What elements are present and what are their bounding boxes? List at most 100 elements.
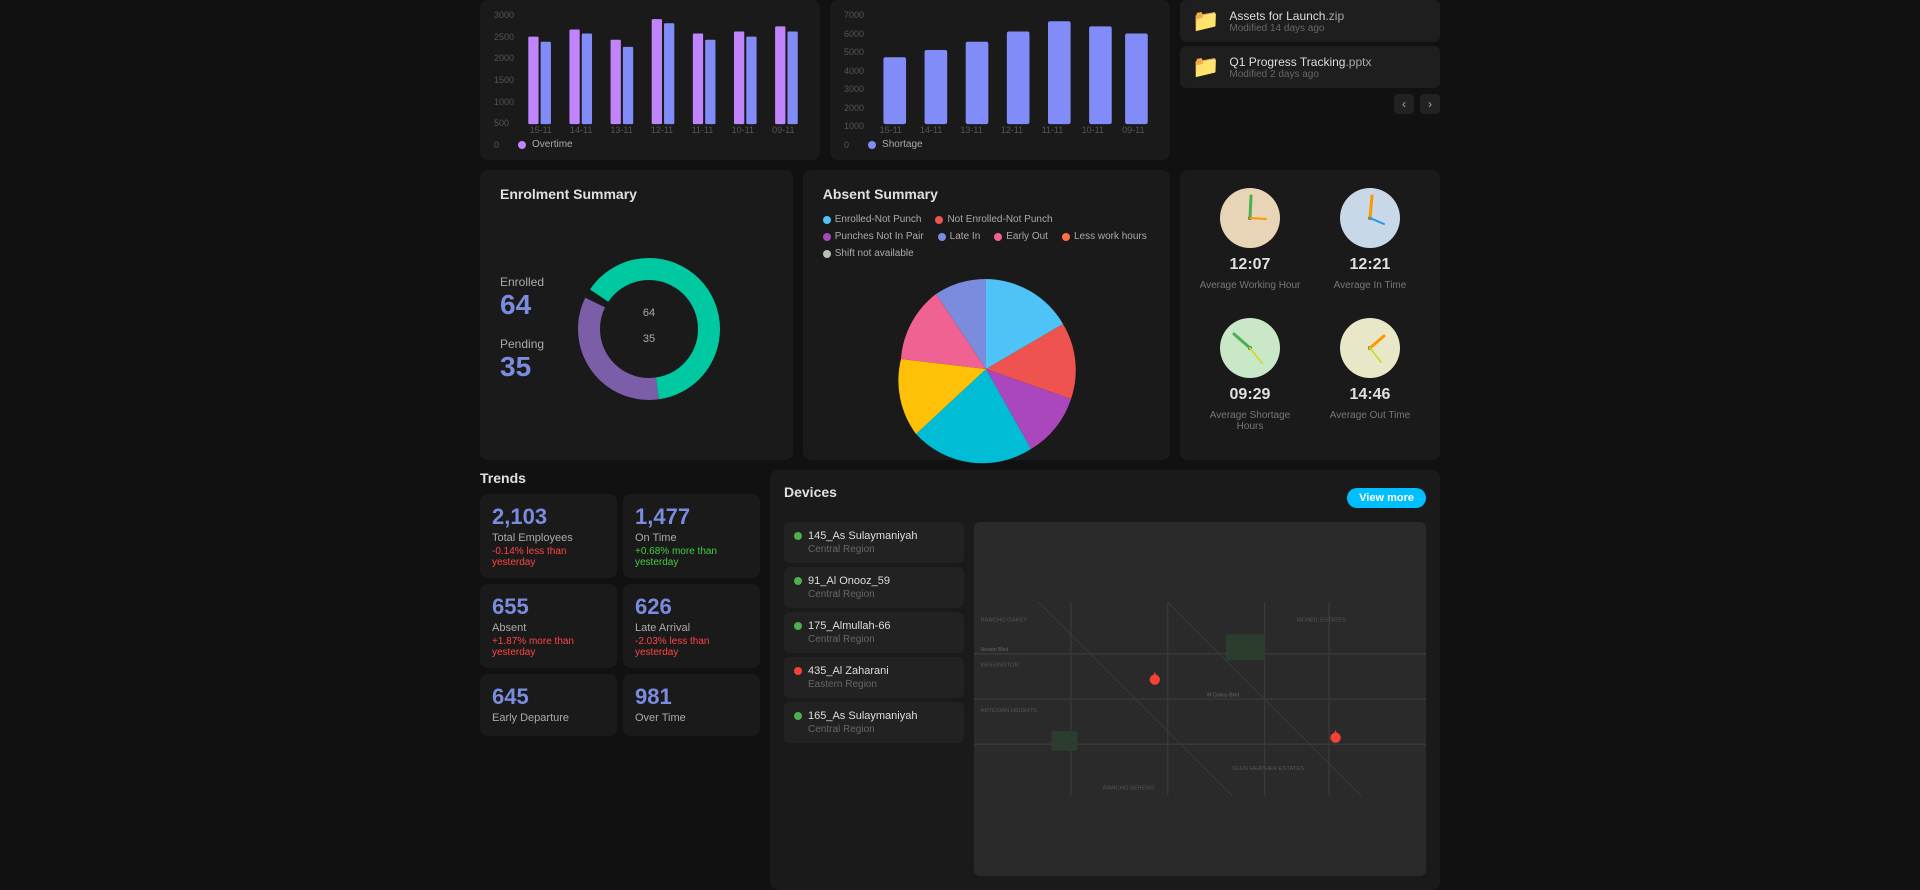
- device-item-3[interactable]: 435_Al Zaharani Eastern Region: [784, 657, 964, 698]
- trend-label-early: Early Departure: [492, 712, 605, 724]
- clock-face-avg-shortage: [1218, 316, 1282, 380]
- trend-over-time: 981 Over Time: [623, 674, 760, 736]
- pending-value: 35: [500, 351, 544, 383]
- trend-label-absent: Absent: [492, 622, 605, 634]
- absent-title: Absent Summary: [823, 186, 1150, 202]
- shortage-legend: Shortage: [868, 139, 1156, 150]
- device-dot-2: [794, 622, 802, 630]
- trend-value-late: 626: [635, 594, 748, 620]
- clock-desc-avg-shortage: Average Shortage Hours: [1196, 410, 1304, 432]
- enrolled-value: 64: [500, 289, 544, 321]
- trend-label-overtime: Over Time: [635, 712, 748, 724]
- absent-legend: Enrolled-Not Punch Not Enrolled-Not Punc…: [823, 214, 1150, 259]
- device-region-3: Eastern Region: [808, 679, 954, 690]
- absent-card: Absent Summary Enrolled-Not Punch Not En…: [803, 170, 1170, 460]
- device-name-0: 145_As Sulaymaniyah: [808, 530, 917, 542]
- shortage-chart-card: 70006000500040003000200010000: [830, 0, 1170, 160]
- file-item-zip[interactable]: 📁 Assets for Launch.zip Modified 14 days…: [1180, 0, 1440, 42]
- devices-section: Devices View more 145_As Sulaymaniyah Ce…: [770, 470, 1440, 890]
- shortage-bars: [868, 10, 1156, 125]
- device-dot-4: [794, 712, 802, 720]
- absent-pie-chart: [823, 269, 1150, 469]
- enrolment-title: Enrolment Summary: [500, 186, 773, 202]
- file-nav: ‹ ›: [1180, 94, 1440, 114]
- clock-time-avg-shortage: 09:29: [1230, 386, 1271, 404]
- clock-time-avg-working: 12:07: [1230, 256, 1271, 274]
- device-name-2: 175_Almullah-66: [808, 620, 891, 632]
- overtime-x-labels: 15-11 14-11 13-11 12-11 11-11 10-11 09-1…: [518, 125, 806, 135]
- overtime-chart-card: 300025002000150010005000: [480, 0, 820, 160]
- map-svg: RANCHO OAKEY KENSINGTON ARTESIAN HEIGHTS…: [974, 522, 1426, 876]
- file-next-button[interactable]: ›: [1420, 94, 1440, 114]
- trend-value-ontime: 1,477: [635, 504, 748, 530]
- enrolled-label: Enrolled: [500, 275, 544, 289]
- device-item-1[interactable]: 91_Al Onooz_59 Central Region: [784, 567, 964, 608]
- clock-section: 12:07 Average Working Hour 12:21 Average…: [1180, 170, 1440, 460]
- devices-header: Devices View more: [784, 484, 1426, 512]
- device-region-1: Central Region: [808, 589, 954, 600]
- clock-avg-in: 12:21 Average In Time: [1316, 186, 1424, 304]
- clock-time-avg-out: 14:46: [1350, 386, 1391, 404]
- files-section: 📁 Assets for Launch.zip Modified 14 days…: [1180, 0, 1440, 160]
- map-container: RANCHO OAKEY KENSINGTON ARTESIAN HEIGHTS…: [974, 522, 1426, 876]
- svg-text:KENSINGTON: KENSINGTON: [980, 663, 1018, 669]
- trend-total-employees: 2,103 Total Employees -0.14% less than y…: [480, 494, 617, 578]
- shortage-x-labels: 15-11 14-11 13-11 12-11 11-11 10-11 09-1…: [868, 125, 1156, 135]
- device-name-1: 91_Al Onooz_59: [808, 575, 890, 587]
- clock-avg-out: 14:46 Average Out Time: [1316, 316, 1424, 445]
- folder-zip-icon: 📁: [1192, 8, 1219, 34]
- file-zip-name: Assets for Launch.zip: [1229, 9, 1344, 23]
- folder-pptx-icon: 📁: [1192, 54, 1219, 80]
- trends-section: Trends 2,103 Total Employees -0.14% less…: [480, 470, 760, 890]
- svg-text:MCNEIL ESTATES: MCNEIL ESTATES: [1297, 618, 1346, 624]
- trend-change-total: -0.14% less than yesterday: [492, 546, 605, 568]
- file-item-pptx[interactable]: 📁 Q1 Progress Tracking.pptx Modified 2 d…: [1180, 46, 1440, 88]
- trend-early-departure: 645 Early Departure: [480, 674, 617, 736]
- overtime-bars: [518, 10, 806, 125]
- svg-text:Heston Blvd: Heston Blvd: [980, 647, 1008, 653]
- trend-label-ontime: On Time: [635, 532, 748, 544]
- file-zip-meta: Modified 14 days ago: [1229, 23, 1344, 34]
- trend-value-overtime: 981: [635, 684, 748, 710]
- svg-text:RANCHO SERENO: RANCHO SERENO: [1103, 785, 1155, 791]
- trend-value-early: 645: [492, 684, 605, 710]
- svg-text:64: 64: [643, 307, 655, 319]
- file-prev-button[interactable]: ‹: [1394, 94, 1414, 114]
- clock-avg-working: 12:07 Average Working Hour: [1196, 186, 1304, 304]
- trend-value-total: 2,103: [492, 504, 605, 530]
- svg-text:RANCHO OAKEY: RANCHO OAKEY: [980, 618, 1027, 624]
- device-item-4[interactable]: 165_As Sulaymaniyah Central Region: [784, 702, 964, 743]
- file-pptx-name: Q1 Progress Tracking.pptx: [1229, 55, 1371, 69]
- device-region-4: Central Region: [808, 724, 954, 735]
- enrolment-card: Enrolment Summary Enrolled 64 Pending 35: [480, 170, 793, 460]
- trend-change-ontime: +0.68% more than yesterday: [635, 546, 748, 568]
- trend-late-arrival: 626 Late Arrival -2.03% less than yester…: [623, 584, 760, 668]
- trend-label-total: Total Employees: [492, 532, 605, 544]
- devices-body: 145_As Sulaymaniyah Central Region 91_Al…: [784, 522, 1426, 876]
- svg-text:W Oakey Blvd: W Oakey Blvd: [1206, 692, 1239, 698]
- clock-desc-avg-in: Average In Time: [1334, 280, 1407, 291]
- trends-grid: 2,103 Total Employees -0.14% less than y…: [480, 494, 760, 736]
- overtime-legend: Overtime: [518, 139, 806, 150]
- overtime-y-axis: 300025002000150010005000: [494, 10, 518, 150]
- clock-desc-avg-working: Average Working Hour: [1200, 280, 1301, 291]
- trends-title: Trends: [480, 470, 760, 486]
- device-region-2: Central Region: [808, 634, 954, 645]
- clock-face-avg-out: [1338, 316, 1402, 380]
- clock-time-avg-in: 12:21: [1350, 256, 1391, 274]
- device-dot-1: [794, 577, 802, 585]
- view-more-button[interactable]: View more: [1347, 488, 1426, 508]
- trend-change-late: -2.03% less than yesterday: [635, 636, 748, 658]
- clock-face-avg-working: [1218, 186, 1282, 250]
- clock-desc-avg-out: Average Out Time: [1330, 410, 1410, 421]
- enrolment-stats: Enrolled 64 Pending 35: [500, 275, 544, 383]
- devices-list: 145_As Sulaymaniyah Central Region 91_Al…: [784, 522, 964, 876]
- clock-avg-shortage: 09:29 Average Shortage Hours: [1196, 316, 1304, 445]
- device-region-0: Central Region: [808, 544, 954, 555]
- file-pptx-meta: Modified 2 days ago: [1229, 69, 1371, 80]
- device-item-0[interactable]: 145_As Sulaymaniyah Central Region: [784, 522, 964, 563]
- device-item-2[interactable]: 175_Almullah-66 Central Region: [784, 612, 964, 653]
- trend-value-absent: 655: [492, 594, 605, 620]
- device-name-4: 165_As Sulaymaniyah: [808, 710, 917, 722]
- clock-face-avg-in: [1338, 186, 1402, 250]
